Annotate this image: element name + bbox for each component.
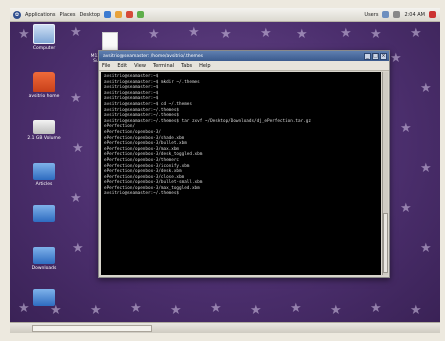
window-buttons: _ □ ×	[364, 52, 389, 60]
terminal-scrollbar[interactable]	[382, 72, 388, 275]
gnome-foot-icon[interactable]: ✿	[13, 10, 21, 19]
desktop-icon-label: Downloads	[31, 266, 57, 271]
star-decoration: ★	[220, 27, 232, 42]
star-decoration: ★	[390, 51, 402, 66]
drive-icon	[33, 120, 55, 134]
star-decoration: ★	[130, 301, 142, 316]
minimize-icon[interactable]: _	[364, 52, 371, 60]
clock[interactable]: 2:04 AM	[404, 12, 425, 18]
desktop-icon-label: 2.1 GB Volume	[27, 136, 61, 141]
star-decoration: ★	[290, 301, 302, 316]
star-decoration: ★	[72, 241, 84, 256]
star-decoration: ★	[340, 26, 352, 41]
mail-launcher-icon[interactable]	[115, 11, 123, 18]
star-decoration: ★	[410, 303, 422, 318]
folder-icon	[33, 247, 55, 264]
star-decoration: ★	[296, 27, 308, 42]
desktop-icon-volume[interactable]: 2.1 GB Volume	[16, 116, 72, 141]
star-decoration: ★	[420, 161, 432, 176]
desktop-icon-articles[interactable]: Articles	[16, 160, 72, 187]
menu-terminal[interactable]: Terminal	[153, 63, 174, 69]
network-icon[interactable]	[382, 11, 390, 18]
desktop-icon-label: Articles	[35, 182, 53, 187]
volume-icon[interactable]	[393, 11, 401, 18]
top-panel: ✿ Applications Places Desktop Users 2:04…	[10, 8, 440, 22]
terminal-output[interactable]: avsitrio@seamaster:~$ avsitrio@seamaster…	[101, 72, 381, 275]
star-decoration: ★	[188, 25, 200, 40]
folder-icon	[33, 289, 55, 306]
desktop-icon-label: Computer	[32, 46, 56, 51]
desktop-icon-folder[interactable]	[16, 286, 72, 308]
menu-tabs[interactable]: Tabs	[181, 63, 192, 69]
screen-frame: ✿ Applications Places Desktop Users 2:04…	[0, 0, 445, 341]
users-label[interactable]: Users	[364, 12, 378, 18]
home-folder-icon	[33, 72, 55, 92]
terminal-title: avsitrio@seamaster: /home/avsitrio/.them…	[103, 53, 203, 59]
star-decoration: ★	[330, 303, 342, 318]
desktop-icon-downloads[interactable]: Downloads	[16, 244, 72, 271]
menu-help[interactable]: Help	[199, 63, 210, 69]
star-decoration: ★	[400, 201, 412, 216]
star-decoration: ★	[400, 121, 412, 136]
star-decoration: ★	[370, 301, 382, 316]
power-icon[interactable]	[429, 11, 436, 18]
panel-menu: ✿ Applications Places Desktop	[10, 10, 145, 19]
star-decoration: ★	[420, 81, 432, 96]
scrollbar-thumb[interactable]	[383, 213, 388, 273]
star-decoration: ★	[410, 26, 422, 41]
folder-icon	[33, 205, 55, 222]
star-decoration: ★	[90, 303, 102, 318]
desktop-icon-home[interactable]: avsitrio home	[16, 72, 72, 99]
browser-launcher-icon[interactable]	[104, 11, 112, 18]
terminal-menubar: File Edit View Terminal Tabs Help	[99, 61, 389, 71]
menu-file[interactable]: File	[102, 63, 110, 69]
terminal-line: avsitrio@seamaster:~/.themes$	[104, 191, 180, 197]
menu-edit[interactable]: Edit	[117, 63, 127, 69]
star-decoration: ★	[260, 26, 272, 41]
bottom-panel	[10, 322, 440, 333]
star-decoration: ★	[250, 303, 262, 318]
computer-icon	[33, 24, 55, 44]
editor-launcher-icon[interactable]	[137, 11, 145, 18]
panel-tray: Users 2:04 AM	[364, 11, 440, 18]
folder-icon	[33, 163, 55, 180]
help-launcher-icon[interactable]	[126, 11, 134, 18]
star-decoration: ★	[72, 141, 84, 156]
terminal-titlebar[interactable]: avsitrio@seamaster: /home/avsitrio/.them…	[99, 51, 389, 61]
maximize-icon[interactable]: □	[372, 52, 379, 60]
document-icon	[102, 32, 118, 52]
star-decoration: ★	[420, 241, 432, 256]
star-decoration: ★	[148, 27, 160, 42]
menu-applications[interactable]: Applications	[25, 12, 56, 18]
close-icon[interactable]: ×	[380, 52, 387, 60]
menu-places[interactable]: Places	[60, 12, 76, 18]
desktop-icon-computer[interactable]: Computer	[16, 24, 72, 51]
menu-desktop[interactable]: Desktop	[79, 12, 100, 18]
star-decoration: ★	[170, 303, 182, 318]
terminal-window[interactable]: avsitrio@seamaster: /home/avsitrio/.them…	[98, 50, 390, 278]
desktop-icon-folder[interactable]	[16, 202, 72, 224]
star-decoration: ★	[210, 301, 222, 316]
desktop-icon-label: avsitrio home	[28, 94, 60, 99]
taskbar-button[interactable]	[32, 325, 152, 332]
star-decoration: ★	[370, 27, 382, 42]
menu-view[interactable]: View	[134, 63, 146, 69]
